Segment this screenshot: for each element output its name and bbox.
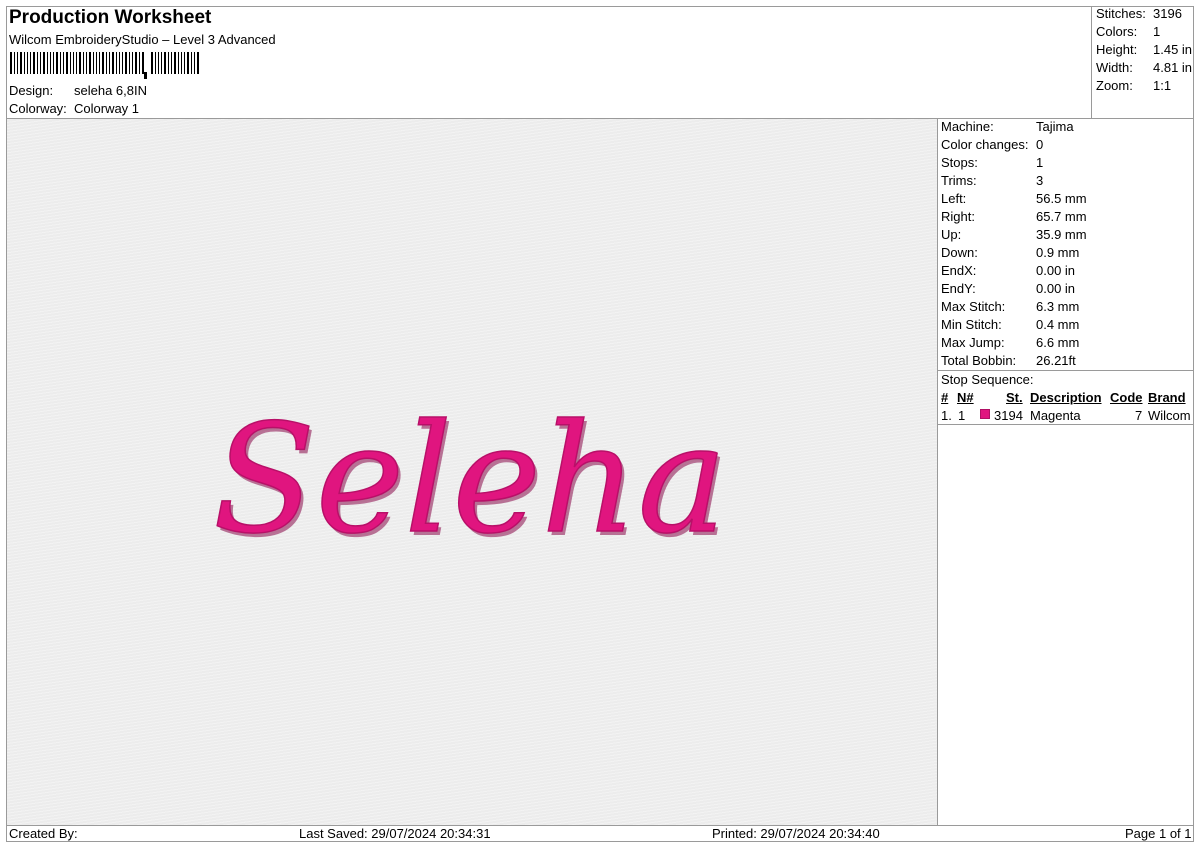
col-header-brand: Brand — [1148, 390, 1186, 405]
info-value: Tajima — [1036, 119, 1074, 134]
info-label: Machine: — [941, 119, 994, 134]
panel-divider — [937, 118, 938, 825]
summary-label: Height: — [1096, 42, 1138, 57]
info-value: 0.00 in — [1036, 281, 1076, 296]
stop-sequence-divider — [937, 370, 1194, 371]
summary-row: Zoom: 1:1 — [1096, 78, 1171, 93]
summary-row: Colors: 1 — [1096, 24, 1160, 39]
summary-value: 1.45 in — [1153, 42, 1193, 57]
summary-label: Stitches: — [1096, 6, 1146, 21]
col-header-needle: N# — [957, 390, 974, 405]
machine-info-row: EndY: 0.00 in — [941, 281, 1075, 296]
summary-row: Stitches: 3196 — [1096, 6, 1182, 21]
summary-box: Stitches: 3196 Colors: 1 Height: 1.45 in Wi… — [1091, 6, 1194, 118]
info-value: 56.5 mm — [1036, 191, 1087, 206]
info-label: Max Stitch: — [941, 299, 1006, 314]
machine-info-row: Left: 56.5 mm — [941, 191, 1087, 206]
footer-divider — [6, 825, 1194, 826]
embroidery-design: Seleha Seleha — [212, 392, 730, 571]
colorway-row: Colorway: Colorway 1 — [9, 101, 139, 116]
footer-page-number: Page 1 of 1 — [1125, 826, 1192, 841]
machine-info-row: Stops: 1 — [941, 155, 1043, 170]
info-value: 1 — [1036, 155, 1044, 170]
info-label: Stops: — [941, 155, 978, 170]
info-value: 0.4 mm — [1036, 317, 1080, 332]
info-label: EndX: — [941, 263, 977, 278]
table-bottom-divider — [937, 424, 1194, 425]
machine-info-row: Right: 65.7 mm — [941, 209, 1087, 224]
row-brand: Wilcom — [1148, 408, 1191, 423]
row-code: 7 — [1135, 408, 1143, 423]
info-value: 65.7 mm — [1036, 209, 1087, 224]
info-label: Trims: — [941, 173, 977, 188]
machine-info-row: Max Stitch: 6.3 mm — [941, 299, 1079, 314]
summary-row: Height: 1.45 in — [1096, 42, 1192, 57]
info-value: 0.00 in — [1036, 263, 1076, 278]
info-value: 0.9 mm — [1036, 245, 1080, 260]
row-stitches: 3194 — [994, 408, 1023, 423]
summary-value: 1 — [1153, 24, 1161, 39]
col-header-stitches: St. — [1006, 390, 1023, 405]
info-label: Left: — [941, 191, 967, 206]
summary-label: Width: — [1096, 60, 1133, 75]
info-value: 6.6 mm — [1036, 335, 1080, 350]
info-label: Right: — [941, 209, 975, 224]
row-description: Magenta — [1030, 408, 1081, 423]
info-label: Max Jump: — [941, 335, 1005, 350]
design-row: Design: seleha 6,8IN — [9, 83, 147, 98]
machine-info-row: Color changes: 0 — [941, 137, 1043, 152]
design-value: seleha 6,8IN — [74, 83, 147, 98]
colorway-label: Colorway: — [9, 101, 67, 116]
info-label: Min Stitch: — [941, 317, 1002, 332]
col-header-code: Code — [1110, 390, 1143, 405]
machine-info-row: Min Stitch: 0.4 mm — [941, 317, 1079, 332]
info-value: 35.9 mm — [1036, 227, 1087, 242]
machine-info-row: Total Bobbin: 26.21ft — [941, 353, 1076, 368]
footer-printed: Printed: 29/07/2024 20:34:40 — [712, 826, 880, 841]
info-label: Total Bobbin: — [941, 353, 1017, 368]
row-needle: 1 — [958, 408, 966, 423]
design-preview: Seleha Seleha — [7, 119, 937, 825]
footer-created-by: Created By: — [9, 826, 78, 841]
barcode-image — [10, 52, 199, 79]
summary-value: 1:1 — [1153, 78, 1172, 93]
info-value: 6.3 mm — [1036, 299, 1080, 314]
colorway-value: Colorway 1 — [74, 101, 140, 116]
machine-info-row: EndX: 0.00 in — [941, 263, 1075, 278]
summary-value: 4.81 in — [1153, 60, 1193, 75]
machine-info-row: Machine: Tajima — [941, 119, 1074, 134]
info-label: Color changes: — [941, 137, 1029, 152]
info-label: Down: — [941, 245, 978, 260]
summary-label: Zoom: — [1096, 78, 1133, 93]
info-label: Up: — [941, 227, 962, 242]
row-num: 1. — [941, 408, 952, 423]
machine-info-row: Max Jump: 6.6 mm — [941, 335, 1079, 350]
footer-last-saved: Last Saved: 29/07/2024 20:34:31 — [299, 826, 491, 841]
stop-sequence-title: Stop Sequence: — [941, 372, 1034, 387]
color-swatch — [980, 409, 990, 419]
machine-info-row: Down: 0.9 mm — [941, 245, 1079, 260]
info-value: 0 — [1036, 137, 1044, 152]
page-title: Production Worksheet — [9, 7, 212, 28]
software-subtitle: Wilcom EmbroideryStudio – Level 3 Advanc… — [9, 32, 276, 47]
summary-value: 3196 — [1153, 6, 1182, 21]
design-label: Design: — [9, 83, 54, 98]
info-label: EndY: — [941, 281, 976, 296]
machine-info-row: Up: 35.9 mm — [941, 227, 1087, 242]
info-value: 3 — [1036, 173, 1044, 188]
summary-row: Width: 4.81 in — [1096, 60, 1192, 75]
col-header-description: Description — [1030, 390, 1102, 405]
info-value: 26.21ft — [1036, 353, 1076, 368]
col-header-num: # — [941, 390, 949, 405]
machine-info-row: Trims: 3 — [941, 173, 1043, 188]
summary-label: Colors: — [1096, 24, 1138, 39]
design-text: Seleha — [213, 393, 727, 567]
